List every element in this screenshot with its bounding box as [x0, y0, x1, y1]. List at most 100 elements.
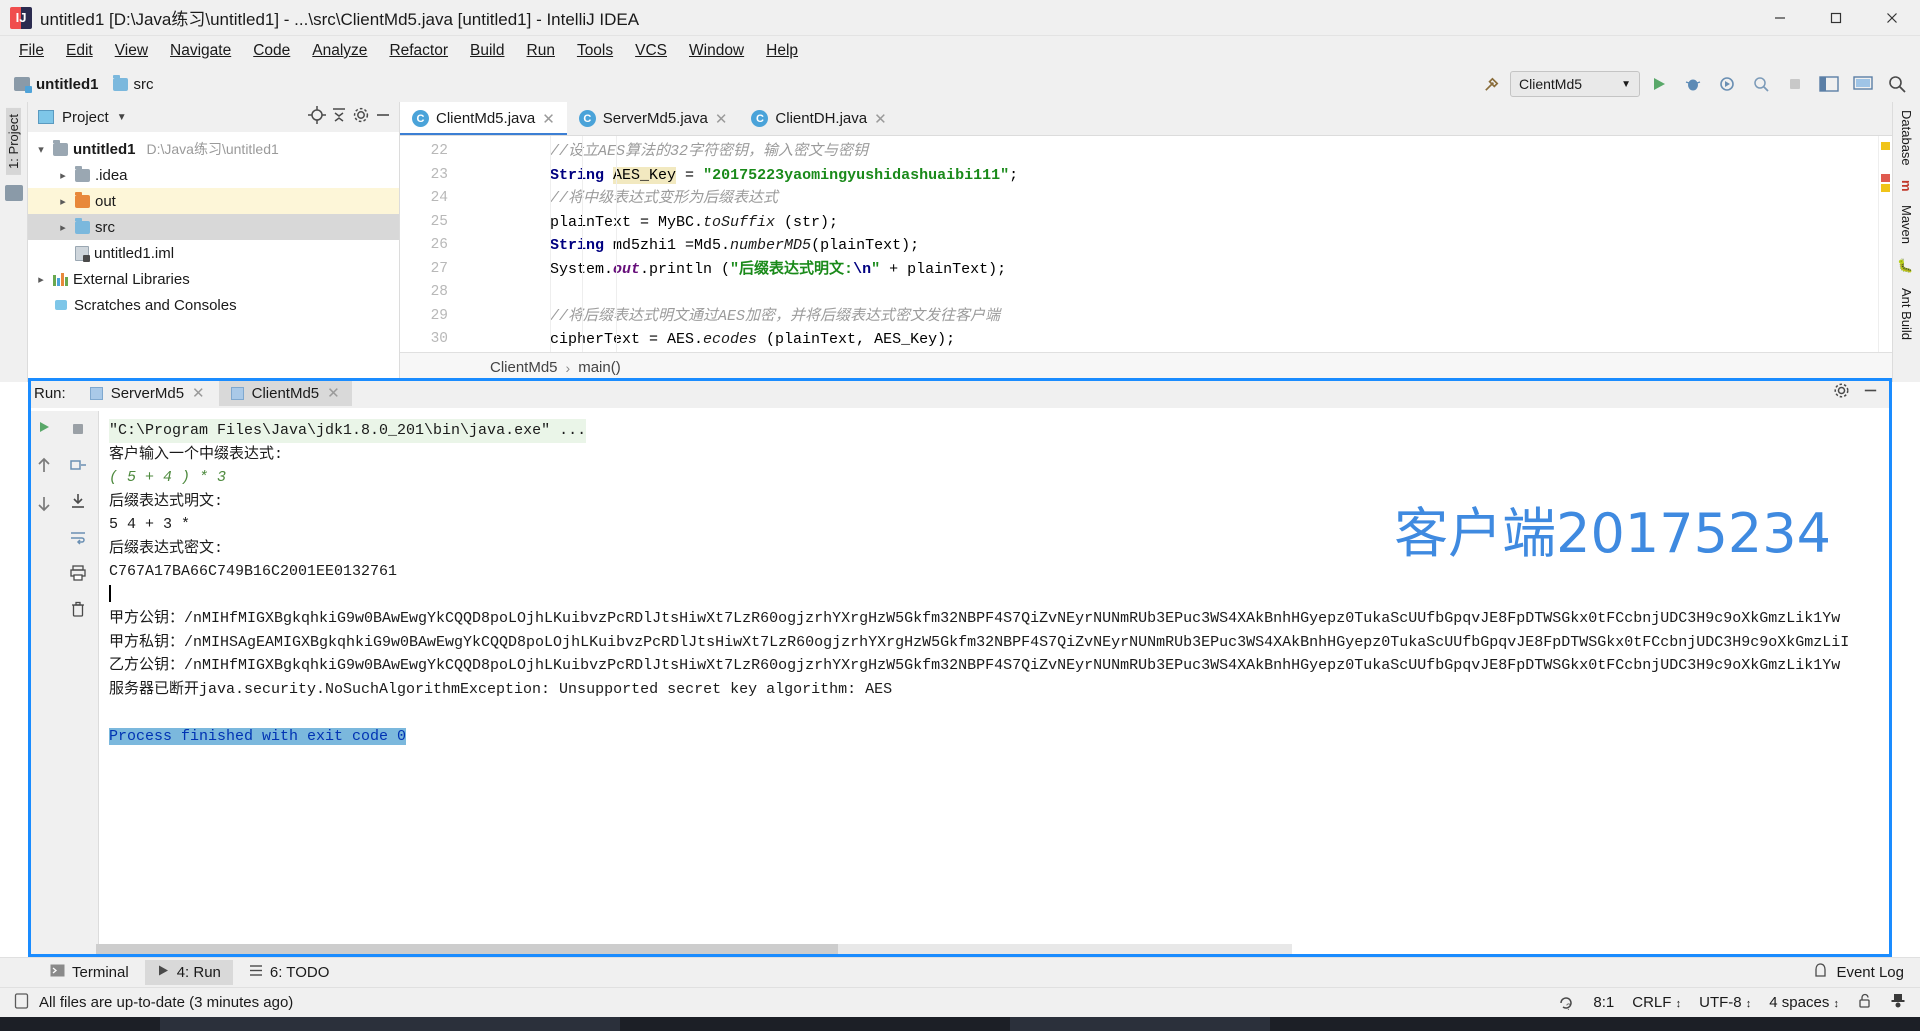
trash-icon[interactable]: [65, 597, 91, 621]
hammer-icon[interactable]: [1476, 69, 1506, 99]
debug-icon[interactable]: [1678, 69, 1708, 99]
tree-item-iml[interactable]: untitled1.iml: [28, 240, 399, 266]
warning-marker[interactable]: [1881, 184, 1890, 192]
code-viewport[interactable]: 22 23 24 25 26 27 28 29 30 31 //设立AES算法的…: [400, 136, 1892, 352]
menu-vcs[interactable]: VCS: [624, 39, 678, 63]
breadcrumb-module[interactable]: untitled1: [10, 74, 103, 95]
tree-item-idea[interactable]: ▸ .idea: [28, 162, 399, 188]
chevron-right-icon[interactable]: ▸: [56, 169, 70, 182]
watermark-text: 客户端20175234: [1394, 502, 1831, 565]
menu-navigate[interactable]: Navigate: [159, 39, 242, 63]
menu-code[interactable]: Code: [242, 39, 301, 63]
indent-setting[interactable]: 4 spaces ↕: [1769, 994, 1839, 1011]
tab-clientdh[interactable]: C ClientDH.java ✕: [739, 102, 899, 135]
toolwindow-terminal[interactable]: Terminal: [38, 960, 141, 985]
maximize-button[interactable]: [1808, 0, 1864, 36]
minimize-button[interactable]: [1752, 0, 1808, 36]
scroll-to-end-icon[interactable]: [65, 489, 91, 513]
tab-clientmd5[interactable]: C ClientMd5.java ✕: [400, 102, 567, 135]
close-icon[interactable]: ✕: [542, 110, 555, 128]
stop-icon[interactable]: [65, 417, 91, 441]
menu-build[interactable]: Build: [459, 39, 515, 63]
error-marker[interactable]: [1881, 174, 1890, 182]
sidebar-item-project[interactable]: 1: Project: [6, 108, 21, 175]
intellij-idea-window: IJ untitled1 [D:\Java练习\untitled1] - ...…: [0, 0, 1920, 1031]
run-tab-clientmd5[interactable]: ClientMd5 ✕: [218, 380, 352, 406]
print-icon[interactable]: [65, 561, 91, 585]
event-log-button[interactable]: Event Log: [1813, 962, 1920, 983]
search-icon[interactable]: [1882, 69, 1912, 99]
menu-file[interactable]: File: [8, 39, 55, 63]
chevron-down-icon[interactable]: ▼: [117, 112, 127, 123]
up-arrow-icon[interactable]: [36, 456, 52, 479]
layout-icon[interactable]: [1814, 69, 1844, 99]
tree-item-scratches[interactable]: Scratches and Consoles: [28, 292, 399, 318]
app-icon: IJ: [10, 6, 32, 29]
sidebar-item-database[interactable]: Database: [1899, 110, 1914, 166]
code-text[interactable]: //设立AES算法的32字符密钥，输入密文与密钥 String AES_Key …: [460, 136, 1878, 352]
close-icon[interactable]: ✕: [715, 110, 728, 128]
settings-gear-icon[interactable]: [1832, 381, 1851, 405]
menu-window[interactable]: Window: [678, 39, 755, 63]
chevron-right-icon[interactable]: ▸: [56, 195, 70, 208]
rerun-icon[interactable]: [36, 419, 52, 440]
minimize-icon[interactable]: [1861, 381, 1880, 405]
menu-tools[interactable]: Tools: [566, 39, 624, 63]
run-configuration-selector[interactable]: ClientMd5 ▼: [1510, 71, 1640, 97]
soft-wrap-icon[interactable]: [65, 525, 91, 549]
sidebar-item-ant-build[interactable]: Ant Build: [1899, 288, 1914, 340]
file-encoding[interactable]: UTF-8 ↕: [1699, 994, 1751, 1011]
menu-view[interactable]: View: [104, 39, 159, 63]
console-horizontal-scrollbar[interactable]: [96, 944, 1292, 954]
locate-target-icon[interactable]: [307, 105, 327, 130]
run-side-actions: [31, 411, 57, 954]
menu-refactor[interactable]: Refactor: [378, 39, 459, 63]
tree-item-untitled1[interactable]: ▾ untitled1 D:\Java练习\untitled1: [28, 136, 399, 162]
run-icon[interactable]: [1644, 69, 1674, 99]
settings-gear-icon[interactable]: [351, 105, 371, 130]
close-icon[interactable]: ✕: [874, 110, 887, 128]
unlocked-icon[interactable]: [1857, 992, 1872, 1013]
suspend-icon[interactable]: [65, 453, 91, 477]
menu-run[interactable]: Run: [516, 39, 566, 63]
breadcrumb-class[interactable]: ClientMd5: [490, 359, 558, 376]
down-arrow-icon[interactable]: [36, 495, 52, 518]
line-number-gutter: 22 23 24 25 26 27 28 29 30 31: [400, 136, 460, 352]
console-output[interactable]: 客户端20175234 "C:\Program Files\Java\jdk1.…: [99, 411, 1889, 954]
collapse-all-icon[interactable]: [329, 105, 349, 130]
breadcrumb-method[interactable]: main(): [578, 359, 621, 376]
screen-icon[interactable]: [1848, 69, 1878, 99]
hide-panel-icon[interactable]: [373, 105, 393, 130]
caret-position[interactable]: 8:1: [1593, 994, 1614, 1011]
menu-refactor-label: Refactor: [389, 42, 449, 59]
tree-item-external-libraries[interactable]: ▸ External Libraries: [28, 266, 399, 292]
chevron-right-icon[interactable]: ▸: [34, 273, 48, 286]
structure-rail-icon[interactable]: [4, 184, 23, 201]
tree-item-src[interactable]: ▸ src: [28, 214, 399, 240]
stop-icon[interactable]: [1780, 69, 1810, 99]
profiler-icon[interactable]: [1746, 69, 1776, 99]
chevron-down-icon[interactable]: ▾: [34, 143, 48, 156]
folder-grey-icon: [75, 165, 90, 182]
background-tasks-icon[interactable]: ?: [1557, 994, 1575, 1012]
sidebar-item-maven[interactable]: Maven: [1899, 205, 1914, 244]
editor-marker-bar[interactable]: [1878, 136, 1892, 352]
run-with-coverage-icon[interactable]: [1712, 69, 1742, 99]
tab-servermd5[interactable]: C ServerMd5.java ✕: [566, 102, 740, 135]
tree-item-out[interactable]: ▸ out: [28, 188, 399, 214]
menu-help[interactable]: Help: [755, 39, 809, 63]
close-icon[interactable]: ✕: [327, 384, 340, 402]
menu-edit[interactable]: Edit: [55, 39, 104, 63]
menu-vcs-label: VCS: [635, 42, 667, 59]
toolwindow-run[interactable]: 4: Run: [144, 960, 233, 985]
breadcrumb-src[interactable]: src: [109, 74, 158, 95]
chevron-right-icon[interactable]: ▸: [56, 221, 70, 234]
close-icon[interactable]: ✕: [192, 384, 205, 402]
line-separator[interactable]: CRLF ↕: [1632, 994, 1681, 1011]
warning-marker[interactable]: [1881, 142, 1890, 150]
toolwindow-todo[interactable]: 6: TODO: [237, 960, 341, 985]
run-tab-servermd5[interactable]: ServerMd5 ✕: [78, 380, 217, 406]
menu-analyze[interactable]: Analyze: [301, 39, 378, 63]
inspection-hat-icon[interactable]: [1890, 992, 1906, 1013]
close-button[interactable]: [1864, 0, 1920, 36]
